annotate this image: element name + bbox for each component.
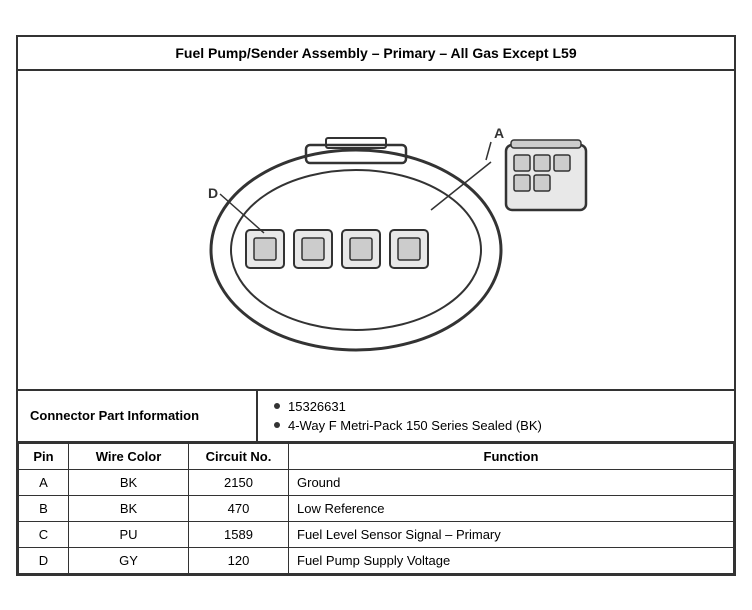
- table-row: BBK470Low Reference: [19, 495, 734, 521]
- pin-table: Pin Wire Color Circuit No. Function ABK2…: [18, 443, 734, 574]
- bullet-item-1: 15326631: [274, 399, 718, 414]
- svg-text:D: D: [208, 185, 218, 201]
- connector-diagram: D A: [136, 90, 616, 370]
- cell-pin: B: [19, 495, 69, 521]
- table-header-row: Pin Wire Color Circuit No. Function: [19, 443, 734, 469]
- cell-circuit-no: 470: [189, 495, 289, 521]
- col-header-circuit-no: Circuit No.: [189, 443, 289, 469]
- bullet-text-2: 4-Way F Metri-Pack 150 Series Sealed (BK…: [288, 418, 542, 433]
- col-header-pin: Pin: [19, 443, 69, 469]
- cell-wire-color: BK: [69, 469, 189, 495]
- cell-circuit-no: 2150: [189, 469, 289, 495]
- cell-function: Fuel Level Sensor Signal – Primary: [289, 521, 734, 547]
- main-container: Fuel Pump/Sender Assembly – Primary – Al…: [16, 35, 736, 576]
- cell-circuit-no: 1589: [189, 521, 289, 547]
- cell-wire-color: PU: [69, 521, 189, 547]
- table-row: CPU1589Fuel Level Sensor Signal – Primar…: [19, 521, 734, 547]
- connector-info-row: Connector Part Information 15326631 4-Wa…: [18, 391, 734, 443]
- cell-circuit-no: 120: [189, 547, 289, 573]
- page-title: Fuel Pump/Sender Assembly – Primary – Al…: [18, 37, 734, 71]
- cell-pin: C: [19, 521, 69, 547]
- diagram-area: D A: [18, 71, 734, 391]
- bullet-item-2: 4-Way F Metri-Pack 150 Series Sealed (BK…: [274, 418, 718, 433]
- table-row: DGY120Fuel Pump Supply Voltage: [19, 547, 734, 573]
- cell-function: Low Reference: [289, 495, 734, 521]
- col-header-function: Function: [289, 443, 734, 469]
- connector-info-label: Connector Part Information: [18, 391, 258, 441]
- cell-pin: A: [19, 469, 69, 495]
- col-header-wire-color: Wire Color: [69, 443, 189, 469]
- cell-function: Ground: [289, 469, 734, 495]
- cell-wire-color: GY: [69, 547, 189, 573]
- cell-wire-color: BK: [69, 495, 189, 521]
- connector-info-values: 15326631 4-Way F Metri-Pack 150 Series S…: [258, 391, 734, 441]
- cell-pin: D: [19, 547, 69, 573]
- cell-function: Fuel Pump Supply Voltage: [289, 547, 734, 573]
- bullet-dot-1: [274, 403, 280, 409]
- table-row: ABK2150Ground: [19, 469, 734, 495]
- svg-text:A: A: [494, 125, 504, 141]
- bullet-text-1: 15326631: [288, 399, 346, 414]
- bullet-dot-2: [274, 422, 280, 428]
